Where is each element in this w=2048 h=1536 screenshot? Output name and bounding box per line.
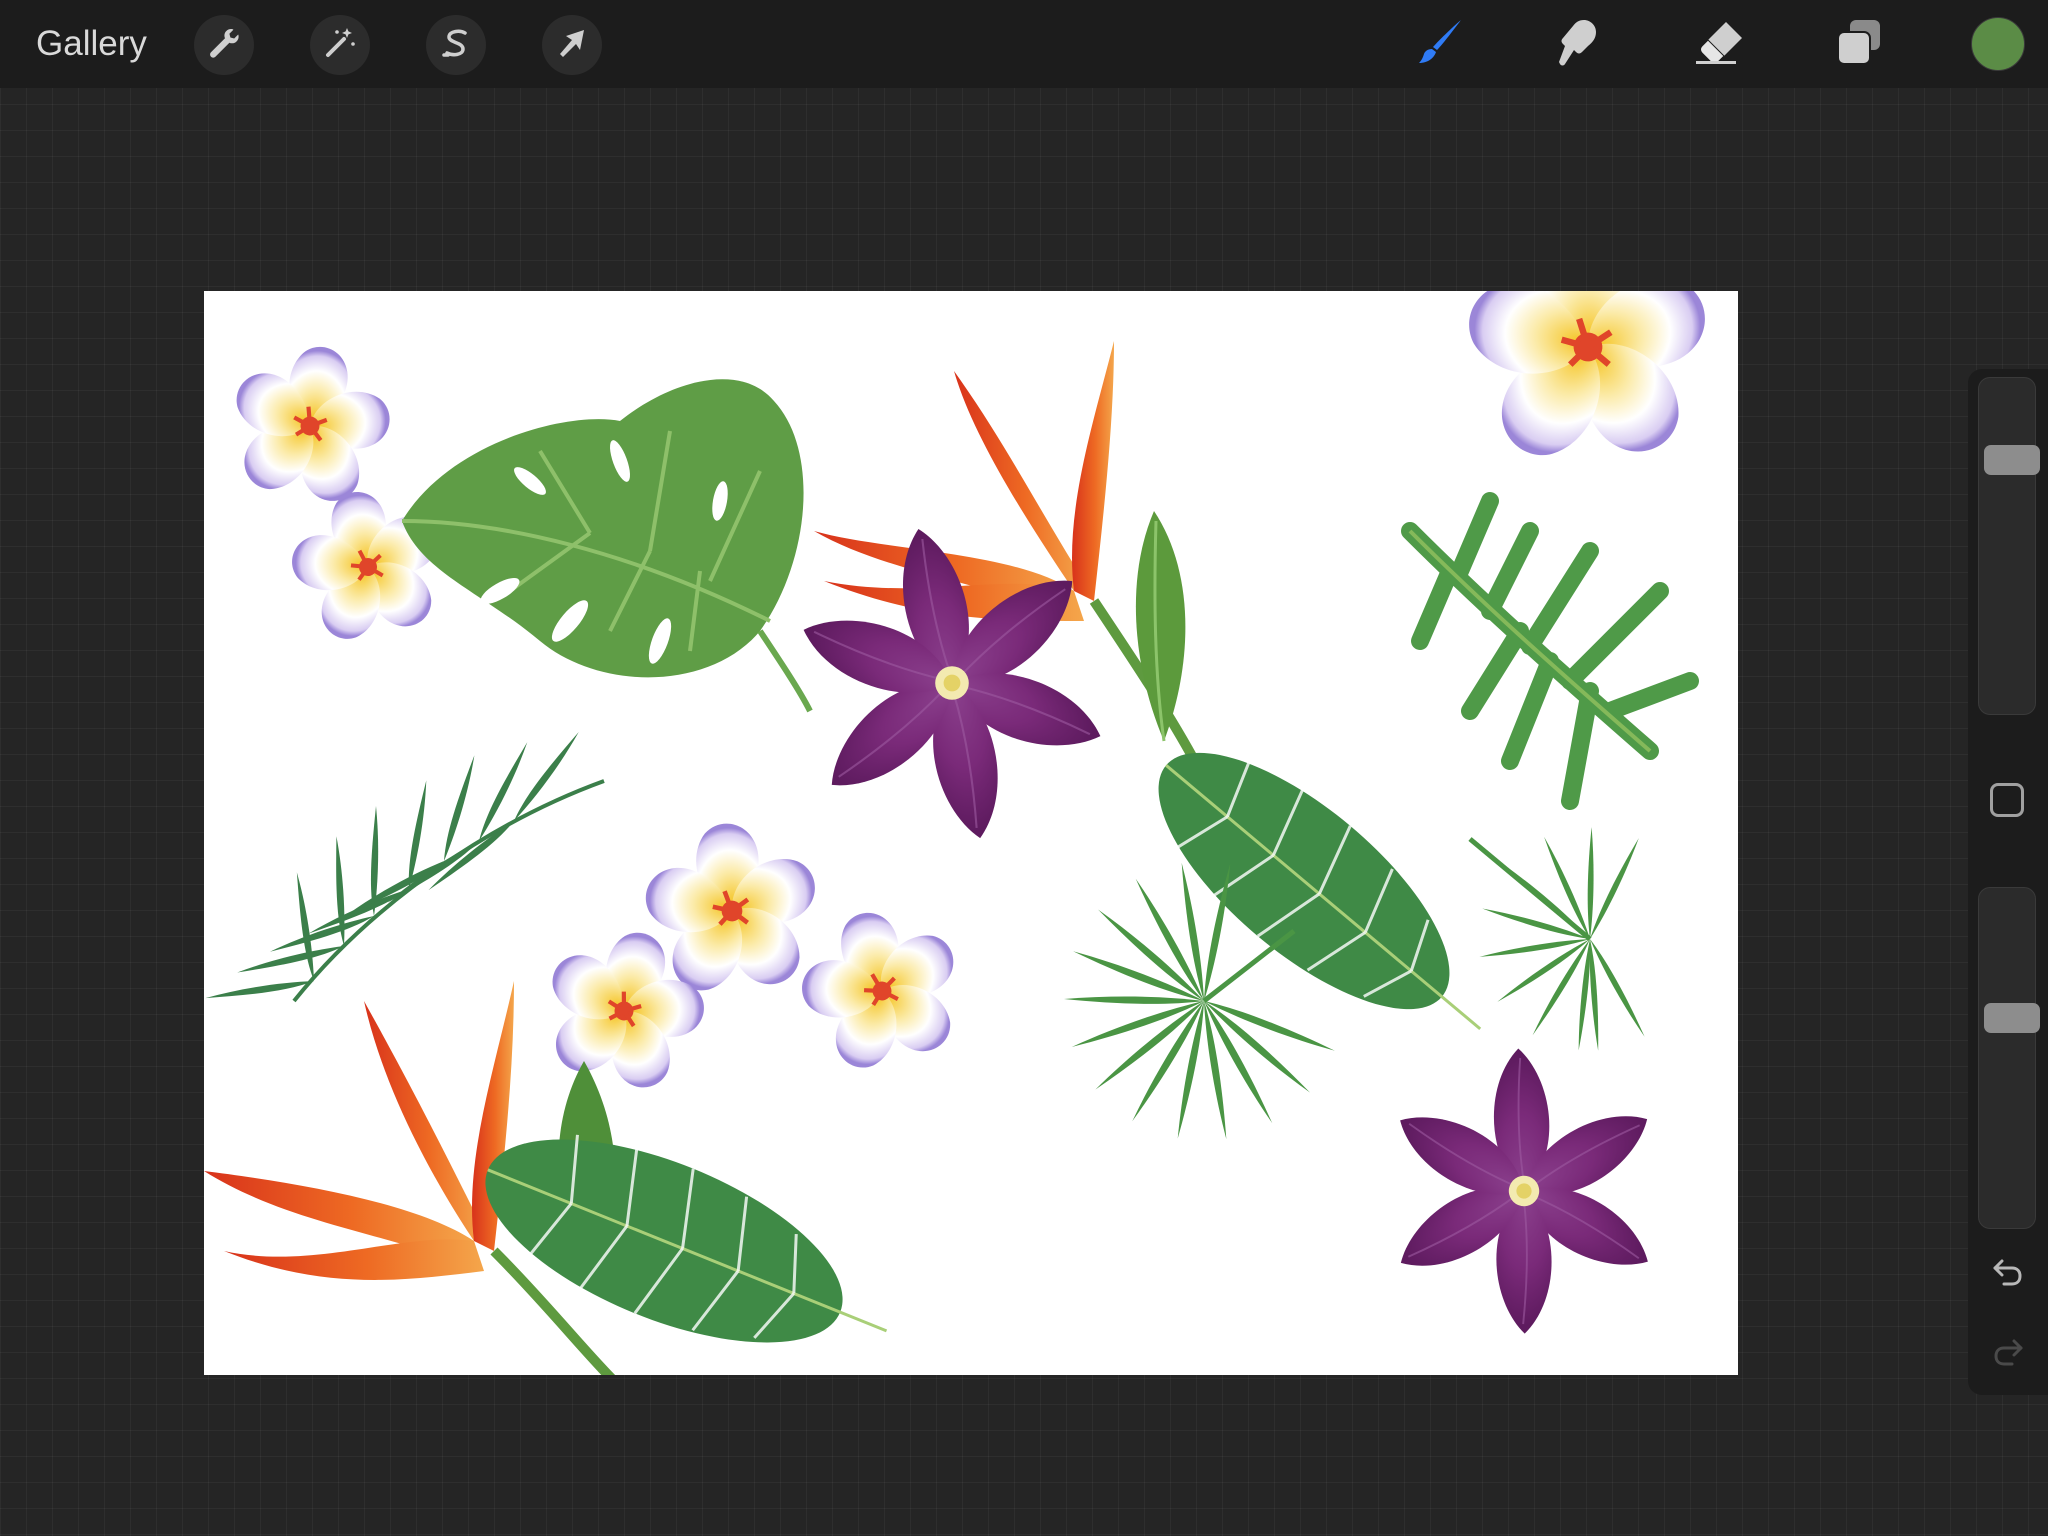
side-toolbar (1968, 369, 2048, 1395)
brush-icon (1411, 14, 1469, 77)
smudge-finger-icon (1550, 14, 1608, 77)
opacity-slider[interactable] (1978, 887, 2040, 1229)
layers-icon (1830, 14, 1888, 77)
brush-button[interactable] (1409, 14, 1471, 76)
modify-button[interactable] (1990, 783, 2024, 817)
smudge-button[interactable] (1548, 14, 1610, 76)
brush-size-slider-thumb[interactable] (1984, 445, 2040, 475)
layers-button[interactable] (1828, 14, 1890, 76)
eraser-icon (1690, 14, 1748, 77)
actions-button[interactable] (194, 15, 254, 75)
selection-s-icon (438, 25, 474, 66)
undo-button[interactable] (1986, 1253, 2030, 1297)
arrow-cursor-icon (554, 25, 590, 66)
tropical-botanical-illustration (204, 291, 1738, 1375)
opacity-slider-thumb[interactable] (1984, 1003, 2040, 1033)
transform-button[interactable] (542, 15, 602, 75)
selection-button[interactable] (426, 15, 486, 75)
eraser-button[interactable] (1688, 14, 1750, 76)
drawing-canvas[interactable] (204, 291, 1738, 1375)
undo-icon (1990, 1255, 2026, 1296)
redo-button[interactable] (1986, 1333, 2030, 1377)
redo-icon (1990, 1335, 2026, 1376)
gallery-button[interactable]: Gallery (36, 20, 147, 68)
top-toolbar: Gallery (0, 0, 2048, 88)
wrench-icon (206, 25, 242, 66)
magic-wand-icon (322, 25, 358, 66)
color-picker-button[interactable] (1971, 17, 2025, 71)
brush-size-slider[interactable] (1978, 377, 2040, 715)
adjustments-button[interactable] (310, 15, 370, 75)
